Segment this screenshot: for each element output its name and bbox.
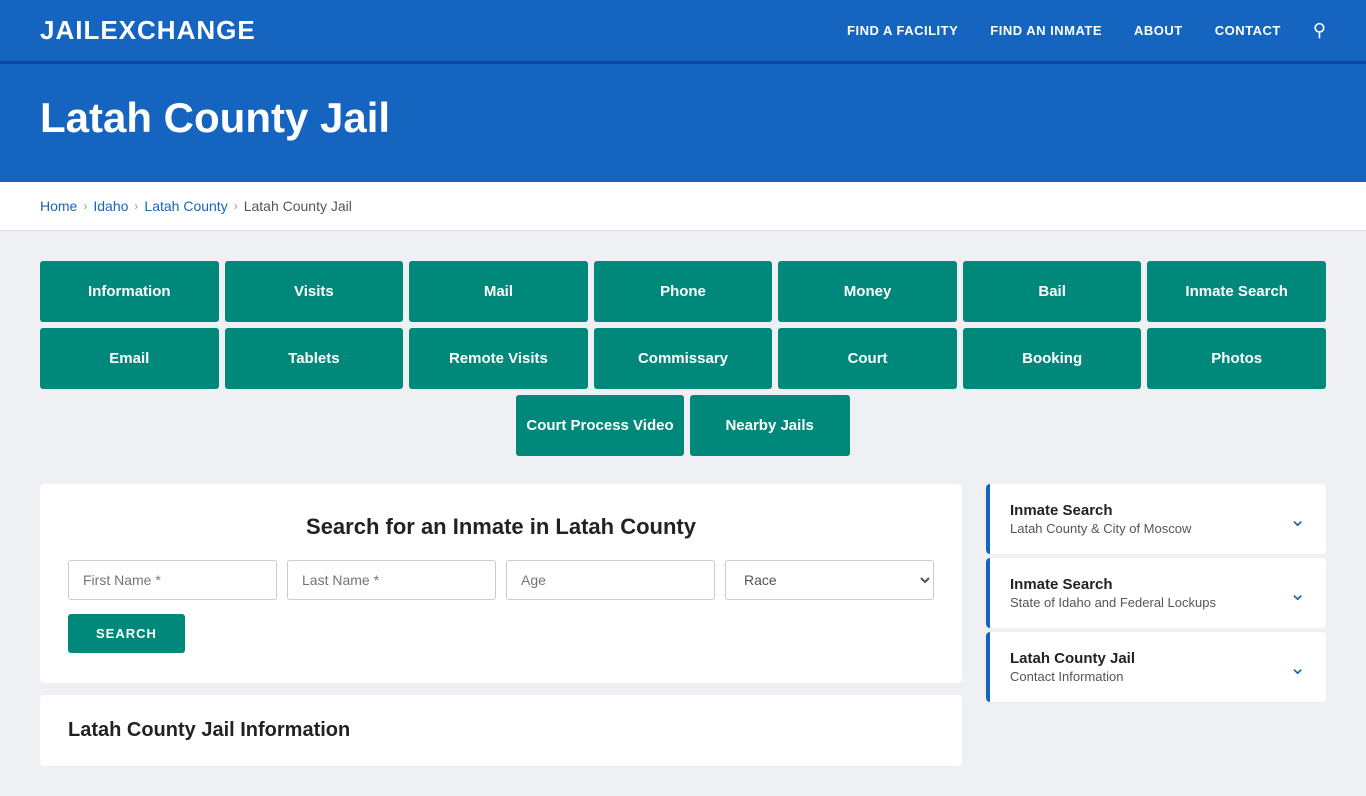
sidebar-card-3-toggle[interactable]: Latah County Jail Contact Information ⌄: [990, 632, 1326, 702]
jail-info-section: Latah County Jail Information: [40, 695, 962, 766]
breadcrumb-idaho[interactable]: Idaho: [93, 198, 128, 214]
chevron-down-icon-3: ⌄: [1289, 655, 1306, 680]
sidebar-card-2-toggle[interactable]: Inmate Search State of Idaho and Federal…: [990, 558, 1326, 628]
cat-remote-visits[interactable]: Remote Visits: [409, 328, 588, 389]
cat-commissary[interactable]: Commissary: [594, 328, 773, 389]
sidebar-card-3: Latah County Jail Contact Information ⌄: [986, 632, 1326, 702]
site-logo[interactable]: JAILEXCHANGE: [40, 15, 256, 46]
cat-nearby-jails[interactable]: Nearby Jails: [690, 395, 850, 456]
breadcrumb-current: Latah County Jail: [244, 198, 352, 214]
sidebar-card-3-sub: Contact Information: [1010, 669, 1135, 684]
sidebar-card-1-text: Inmate Search Latah County & City of Mos…: [1010, 502, 1191, 536]
sidebar-card-2-title: Inmate Search: [1010, 576, 1216, 593]
inmate-search-section: Search for an Inmate in Latah County Rac…: [40, 484, 962, 683]
cat-information[interactable]: Information: [40, 261, 219, 322]
breadcrumb-sep-1: ›: [83, 199, 87, 213]
category-row-2: Email Tablets Remote Visits Commissary C…: [40, 328, 1326, 389]
search-button[interactable]: SEARCH: [68, 614, 185, 653]
cat-court-process-video[interactable]: Court Process Video: [516, 395, 683, 456]
sidebar-card-1-sub: Latah County & City of Moscow: [1010, 521, 1191, 536]
logo-jail: JAIL: [40, 15, 100, 45]
sidebar-card-2: Inmate Search State of Idaho and Federal…: [986, 558, 1326, 628]
cat-bail[interactable]: Bail: [963, 261, 1142, 322]
left-column: Search for an Inmate in Latah County Rac…: [40, 484, 962, 766]
cat-visits[interactable]: Visits: [225, 261, 404, 322]
first-name-input[interactable]: [68, 560, 277, 600]
search-title: Search for an Inmate in Latah County: [68, 514, 934, 540]
cat-phone[interactable]: Phone: [594, 261, 773, 322]
chevron-down-icon-2: ⌄: [1289, 581, 1306, 606]
sidebar-card-2-sub: State of Idaho and Federal Lockups: [1010, 595, 1216, 610]
search-icon-button[interactable]: ⚲: [1313, 20, 1326, 41]
main-nav: FIND A FACILITY FIND AN INMATE ABOUT CON…: [847, 20, 1326, 41]
sidebar-card-3-title: Latah County Jail: [1010, 650, 1135, 667]
sidebar-card-1-toggle[interactable]: Inmate Search Latah County & City of Mos…: [990, 484, 1326, 554]
cat-photos[interactable]: Photos: [1147, 328, 1326, 389]
breadcrumb-sep-3: ›: [234, 199, 238, 213]
sidebar: Inmate Search Latah County & City of Mos…: [986, 484, 1326, 706]
nav-about[interactable]: ABOUT: [1134, 23, 1183, 38]
breadcrumb-home[interactable]: Home: [40, 198, 77, 214]
category-row-1: Information Visits Mail Phone Money Bail…: [40, 261, 1326, 322]
breadcrumb: Home › Idaho › Latah County › Latah Coun…: [0, 182, 1366, 231]
age-input[interactable]: [506, 560, 715, 600]
hero-section: Latah County Jail: [0, 64, 1366, 182]
main-content: Information Visits Mail Phone Money Bail…: [0, 231, 1366, 796]
race-select[interactable]: Race White Black Hispanic Asian Other: [725, 560, 934, 600]
info-title: Latah County Jail Information: [68, 719, 934, 742]
breadcrumb-latah-county[interactable]: Latah County: [144, 198, 227, 214]
cat-email[interactable]: Email: [40, 328, 219, 389]
content-layout: Search for an Inmate in Latah County Rac…: [40, 484, 1326, 766]
last-name-input[interactable]: [287, 560, 496, 600]
sidebar-card-2-text: Inmate Search State of Idaho and Federal…: [1010, 576, 1216, 610]
cat-inmate-search[interactable]: Inmate Search: [1147, 261, 1326, 322]
nav-contact[interactable]: CONTACT: [1215, 23, 1281, 38]
cat-booking[interactable]: Booking: [963, 328, 1142, 389]
chevron-down-icon-1: ⌄: [1289, 507, 1306, 532]
search-form-row: Race White Black Hispanic Asian Other: [68, 560, 934, 600]
sidebar-card-1-title: Inmate Search: [1010, 502, 1191, 519]
breadcrumb-sep-2: ›: [134, 199, 138, 213]
cat-tablets[interactable]: Tablets: [225, 328, 404, 389]
nav-find-facility[interactable]: FIND A FACILITY: [847, 23, 958, 38]
page-title: Latah County Jail: [40, 94, 1326, 142]
sidebar-card-3-text: Latah County Jail Contact Information: [1010, 650, 1135, 684]
cat-money[interactable]: Money: [778, 261, 957, 322]
cat-court[interactable]: Court: [778, 328, 957, 389]
category-row-3: Court Process Video Nearby Jails: [40, 395, 1326, 456]
logo-exchange: EXCHANGE: [100, 15, 255, 45]
nav-find-inmate[interactable]: FIND AN INMATE: [990, 23, 1102, 38]
sidebar-card-1: Inmate Search Latah County & City of Mos…: [986, 484, 1326, 554]
cat-mail[interactable]: Mail: [409, 261, 588, 322]
